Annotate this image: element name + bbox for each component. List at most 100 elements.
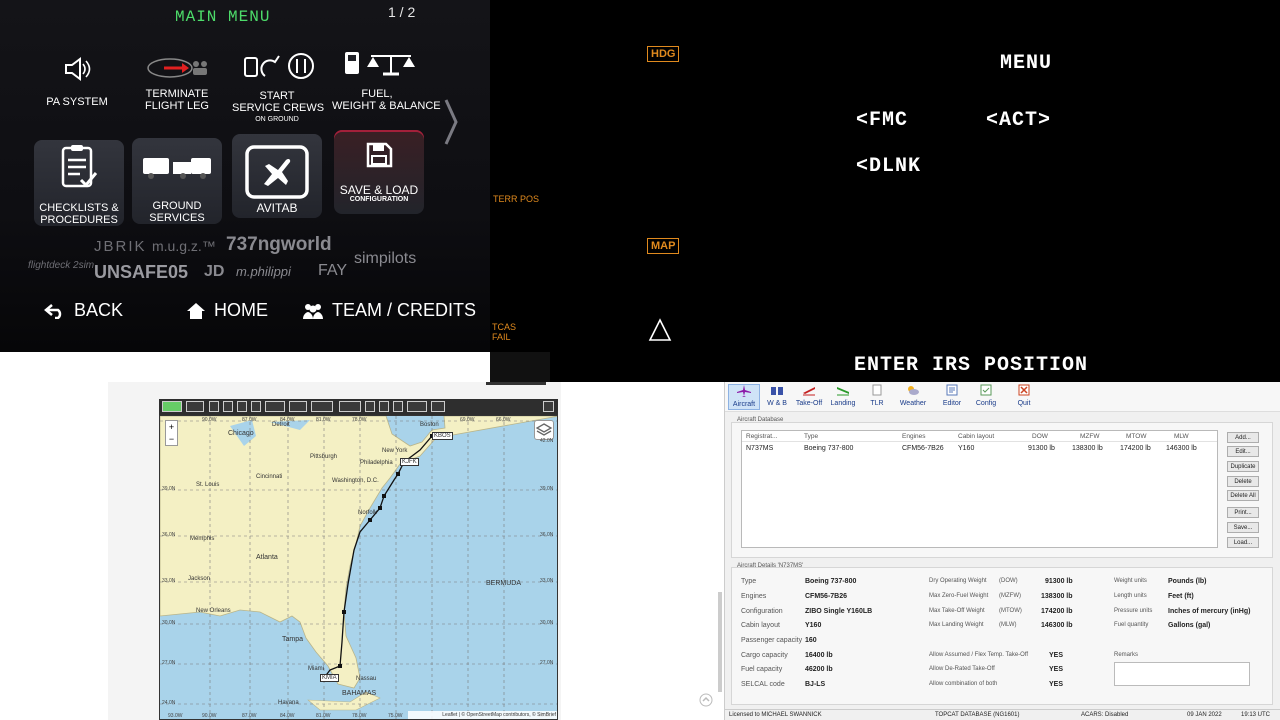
logo-737ngworld: 737ngworld xyxy=(226,234,332,255)
tile-terminate-flight-leg[interactable]: TERMINATE FLIGHT LEG xyxy=(132,42,222,128)
label: Allow Assumed / Flex Temp. Take-Off xyxy=(929,652,1029,658)
map-tool-btn[interactable] xyxy=(289,401,307,412)
load-button[interactable]: Load... xyxy=(1227,537,1259,548)
tile-avitab[interactable]: AVITAB xyxy=(232,134,322,218)
next-page-chevron-icon[interactable] xyxy=(444,98,458,146)
home-button[interactable]: HOME xyxy=(186,300,268,321)
lat-label: 36.0N xyxy=(540,532,554,538)
map-tool-btn[interactable] xyxy=(311,401,333,412)
print-button[interactable]: Print... xyxy=(1227,507,1259,518)
layers-button[interactable] xyxy=(534,420,554,440)
toolbar-landing[interactable]: Landing xyxy=(827,384,859,407)
toolbar-editor[interactable]: Editor xyxy=(936,384,968,407)
save-button[interactable]: Save... xyxy=(1227,522,1259,533)
tile-sublabel: ON GROUND xyxy=(255,116,299,123)
map-tool-btn[interactable] xyxy=(209,401,219,412)
table-row[interactable]: N737MS Boeing 737-800 CFM56-7B26 Y160 91… xyxy=(742,444,1217,454)
lon-label: 81.0W xyxy=(316,713,331,719)
value: BJ-LS xyxy=(805,681,826,688)
value: CFM56-7B26 xyxy=(805,593,848,600)
toolbar-wb[interactable]: W & B xyxy=(761,384,793,407)
map-tool-btn[interactable] xyxy=(223,401,233,412)
map-tool-btn[interactable] xyxy=(237,401,247,412)
col-mlw[interactable]: MLW xyxy=(1174,433,1189,440)
map-tool-btn[interactable] xyxy=(393,401,403,412)
lon-label: 84.0W xyxy=(280,713,295,719)
toolbar-tlr[interactable]: TLR xyxy=(861,384,893,407)
value: YES xyxy=(1049,666,1064,673)
map-tool-btn[interactable] xyxy=(379,401,389,412)
col-type[interactable]: Type xyxy=(804,433,818,440)
layers-icon xyxy=(535,423,553,436)
col-dow[interactable]: DOW xyxy=(1032,433,1048,440)
col-mtow[interactable]: MTOW xyxy=(1126,433,1146,440)
tile-pa-system[interactable]: PA SYSTEM xyxy=(32,42,122,128)
back-arrow-icon xyxy=(44,303,62,319)
duplicate-button[interactable]: Duplicate xyxy=(1227,461,1259,472)
scroll-up-icon[interactable] xyxy=(699,693,713,707)
map-tool-btn[interactable] xyxy=(186,401,204,412)
cdu-act-option[interactable]: <ACT> xyxy=(986,109,1051,132)
toolbar-label: W & B xyxy=(767,400,787,407)
map-tool-btn[interactable] xyxy=(339,401,361,412)
col-mzfw[interactable]: MZFW xyxy=(1080,433,1100,440)
cdu-dlnk-option[interactable]: <DLNK xyxy=(856,155,921,178)
logo-mugz: m.u.g.z.™ xyxy=(152,238,216,254)
add-button[interactable]: Add... xyxy=(1227,432,1259,443)
tile-save-load[interactable]: SAVE & LOAD CONFIGURATION xyxy=(334,130,424,214)
map-toolbar xyxy=(159,399,558,415)
abbr: (MTOW) xyxy=(999,608,1022,614)
route-map[interactable]: + − Chicago Detroit Pittsburgh New York … xyxy=(159,415,558,720)
toolbar-aircraft[interactable]: Aircraft xyxy=(728,384,760,410)
toolbar-label: Config xyxy=(975,400,997,407)
city-boston: Boston xyxy=(420,422,439,428)
label: Cabin layout xyxy=(741,622,780,629)
zoom-in-button[interactable]: + xyxy=(166,421,177,433)
label: Engines xyxy=(741,593,767,600)
waypoint-kjfk: KJFK xyxy=(400,458,419,466)
map-tool-btn[interactable] xyxy=(431,401,445,412)
lat-label: 33.0N xyxy=(162,578,176,584)
edit-button[interactable]: Edit... xyxy=(1227,446,1259,457)
cdu-fmc-option[interactable]: <FMC xyxy=(856,109,908,132)
remarks-field[interactable] xyxy=(1114,662,1250,686)
landing-icon xyxy=(837,387,849,396)
tile-fuel-weight-balance[interactable]: FUEL, WEIGHT & BALANCE xyxy=(332,42,441,128)
team-credits-button[interactable]: TEAM / CREDITS xyxy=(302,300,476,321)
value: ZIBO Single Y160LB xyxy=(805,608,873,615)
save-disk-icon xyxy=(366,142,393,168)
value: Y160 xyxy=(805,622,822,629)
license-text: Licensed to MICHAEL SWANNICK xyxy=(729,712,822,718)
zoom-out-button[interactable]: − xyxy=(166,433,177,445)
delete-all-button[interactable]: Delete All xyxy=(1227,490,1259,501)
map-tool-btn[interactable] xyxy=(162,401,182,412)
toolbar-config[interactable]: Config xyxy=(970,384,1002,407)
aircraft-list[interactable]: Registrat... Type Engines Cabin layout D… xyxy=(741,430,1218,548)
toolbar-quit[interactable]: Quit xyxy=(1008,384,1040,407)
map-top-strip xyxy=(486,382,546,385)
toolbar-takeoff[interactable]: Take-Off xyxy=(793,384,825,407)
col-engines[interactable]: Engines xyxy=(902,433,926,440)
toolbar-weather[interactable]: Weather xyxy=(897,384,929,407)
lon-label: 69.0W xyxy=(460,417,475,423)
map-tool-btn[interactable] xyxy=(251,401,261,412)
map-tool-btn[interactable] xyxy=(407,401,427,412)
value: 16400 lb xyxy=(805,652,833,659)
city-philadelphia: Philadelphia xyxy=(360,460,393,466)
land-mass xyxy=(160,416,557,689)
tile-checklists[interactable]: CHECKLISTS & PROCEDURES xyxy=(34,140,124,226)
map-search-icon[interactable] xyxy=(543,401,554,412)
delete-button[interactable]: Delete xyxy=(1227,476,1259,487)
page-scrollbar[interactable] xyxy=(718,592,722,692)
toolbar-label: Weather xyxy=(899,400,927,407)
logo-mphilippi: m.philippi xyxy=(236,264,291,279)
col-cabin-layout[interactable]: Cabin layout xyxy=(958,433,994,440)
map-tool-btn[interactable] xyxy=(265,401,285,412)
col-registration[interactable]: Registrat... xyxy=(746,433,777,440)
back-button[interactable]: BACK xyxy=(44,300,123,321)
date-text: 09 JAN 2022 xyxy=(1187,712,1222,718)
value: YES xyxy=(1049,681,1064,688)
tile-start-service-crews[interactable]: START SERVICE CREWS ON GROUND xyxy=(232,42,324,128)
tile-ground-services[interactable]: GROUND SERVICES xyxy=(132,138,222,224)
map-tool-btn[interactable] xyxy=(365,401,375,412)
